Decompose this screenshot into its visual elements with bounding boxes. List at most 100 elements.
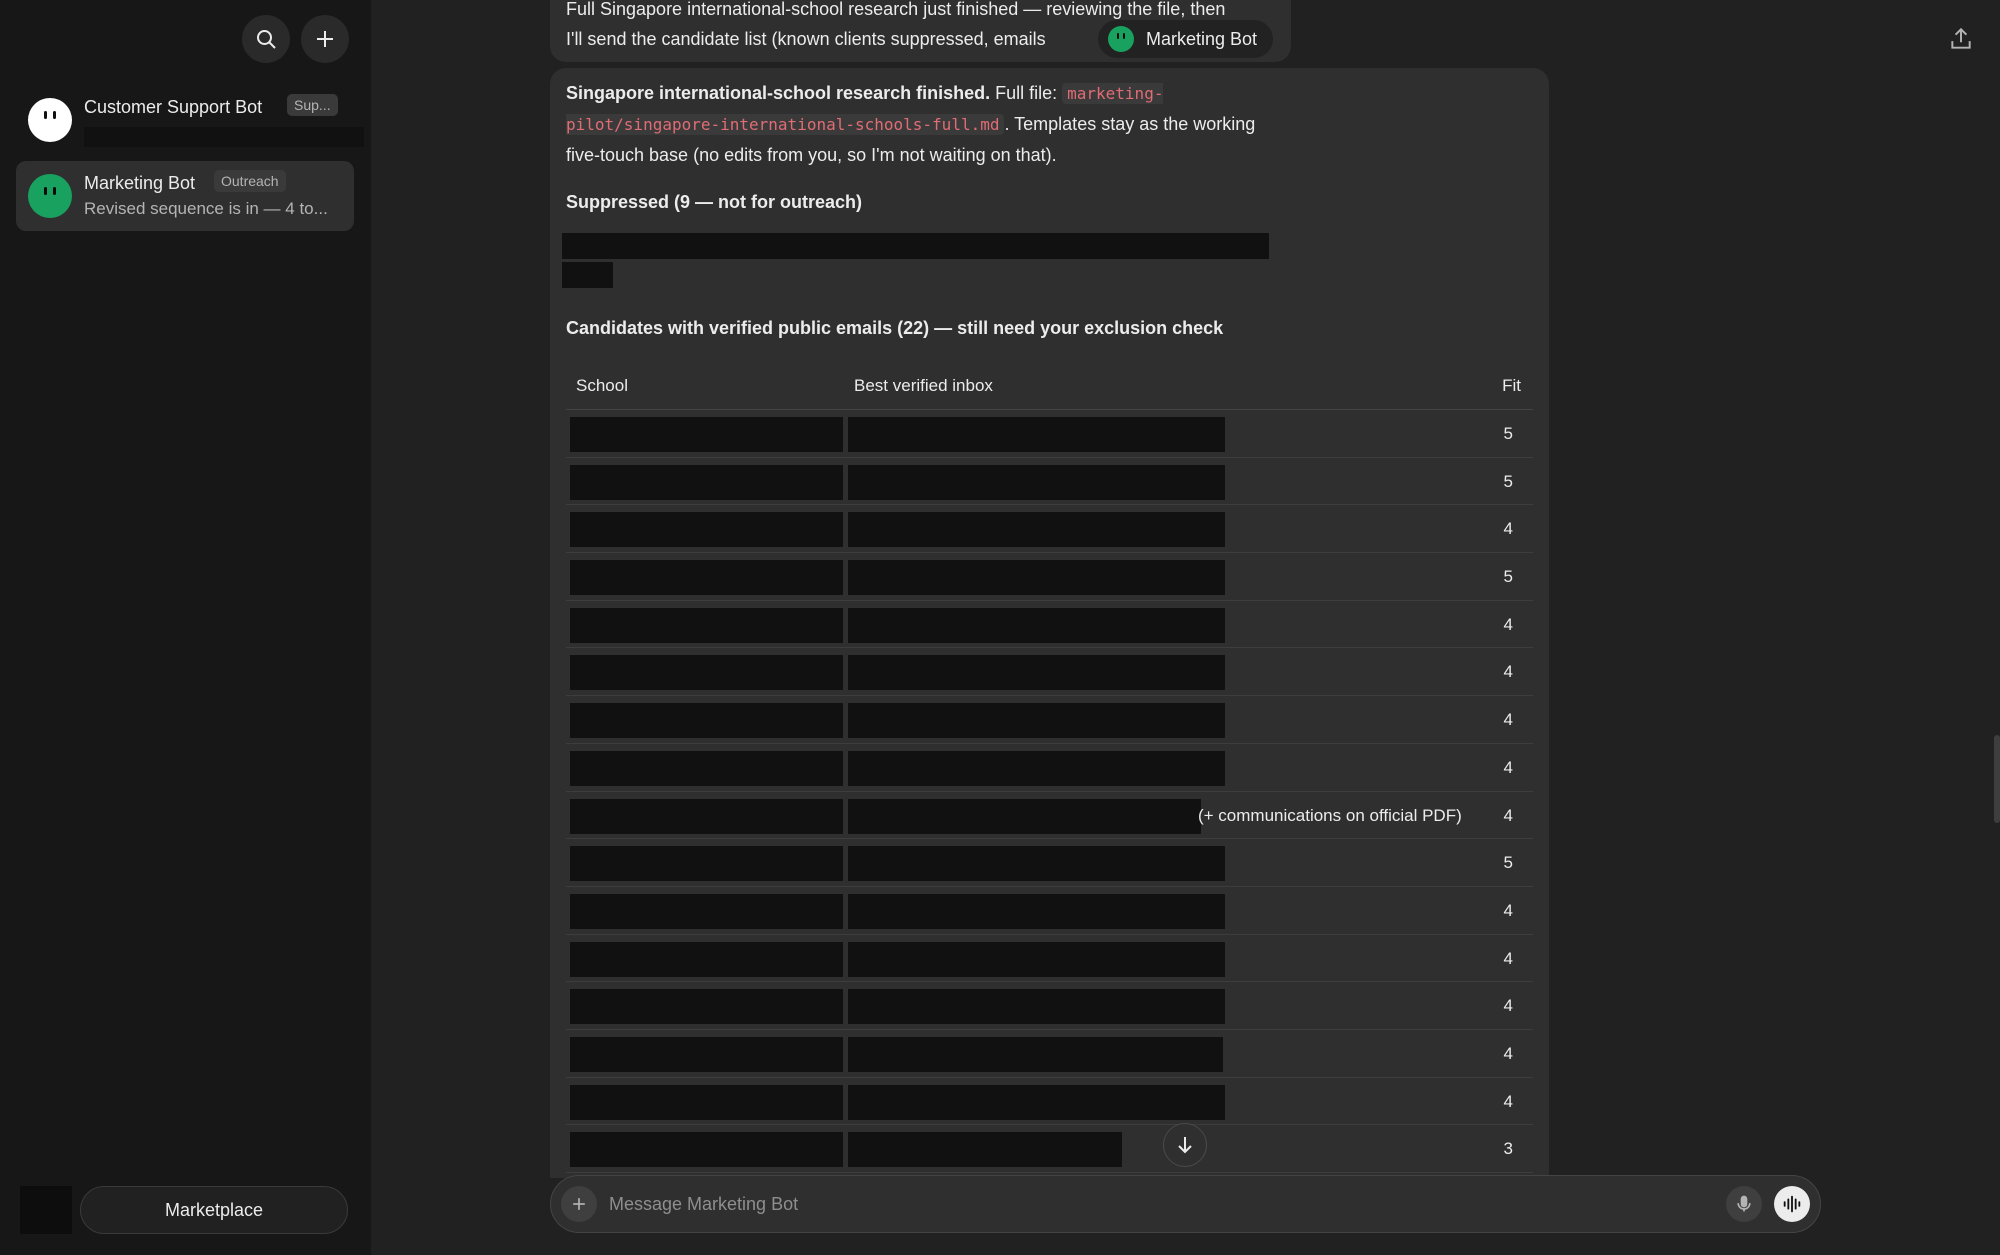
sidebar: Customer Support Bot Sup... Marketing Bo… — [0, 0, 371, 1255]
chat-name: Customer Support Bot — [84, 97, 263, 117]
redacted-inbox — [848, 703, 1225, 739]
suppressed-heading: Suppressed (9 — not for outreach) — [566, 192, 863, 212]
search-button[interactable] — [242, 15, 290, 63]
redacted-inbox — [848, 750, 1225, 786]
fit-score: 4 — [1503, 948, 1513, 968]
redacted-school — [570, 846, 843, 882]
table-row: 4 — [566, 696, 1533, 744]
table-row: 5 — [566, 410, 1533, 458]
table-row: 5 — [566, 553, 1533, 601]
table-header: School Best verified inbox Fit — [566, 362, 1533, 410]
redacted-school — [570, 941, 843, 977]
fit-score: 4 — [1503, 996, 1513, 1016]
fit-score: 4 — [1503, 757, 1513, 777]
table-row: 4 — [566, 601, 1533, 649]
candidates-table: School Best verified inbox Fit 5 5 4 5 4 4 4 4(… — [566, 362, 1533, 1173]
redacted-school — [570, 464, 843, 500]
redacted-avatar — [20, 1186, 72, 1234]
table-row: 4 — [566, 887, 1533, 935]
redacted-school — [570, 607, 843, 643]
bot-mention-chip[interactable]: Marketing Bot — [1098, 20, 1274, 58]
composer — [550, 1175, 1821, 1233]
redacted-school — [570, 417, 843, 452]
redacted-inbox — [848, 989, 1225, 1025]
redacted-inbox — [848, 1132, 1122, 1168]
chat-tag: Sup... — [287, 94, 338, 116]
main-panel: Full Singapore international-school rese… — [371, 0, 2000, 1255]
redacted-inbox — [848, 846, 1225, 882]
redacted-preview — [84, 127, 364, 147]
voice-mode-icon — [1783, 1195, 1801, 1213]
redacted-school — [570, 703, 843, 739]
header-fit: Fit — [1502, 376, 1521, 395]
redacted-inbox — [848, 1084, 1225, 1120]
fit-score: 4 — [1503, 710, 1513, 730]
redacted-inbox — [848, 512, 1225, 548]
share-icon[interactable] — [1948, 26, 1974, 52]
new-chat-button[interactable] — [301, 15, 349, 63]
chat-item-marketing-bot[interactable]: Marketing Bot Outreach Revised sequence … — [16, 161, 354, 231]
redacted-school — [570, 989, 843, 1025]
table-row: 4 — [566, 1078, 1533, 1126]
intro-rest: Full file: — [990, 83, 1063, 103]
fit-score: 5 — [1503, 471, 1513, 491]
fit-score: 4 — [1503, 1091, 1513, 1111]
voice-mode-button[interactable] — [1774, 1186, 1810, 1222]
redacted-inbox — [848, 417, 1225, 452]
header-inbox: Best verified inbox — [854, 376, 993, 395]
avatar-eye — [44, 187, 47, 195]
table-body: 5 5 4 5 4 4 4 4 (+ communications on official PD… — [566, 410, 1533, 1173]
marketplace-button[interactable]: Marketplace — [80, 1186, 348, 1234]
redacted-school — [570, 1036, 843, 1072]
header-school: School — [576, 376, 628, 395]
table-row: 3 — [566, 1125, 1533, 1173]
dictate-button[interactable] — [1726, 1186, 1762, 1222]
fit-score: 4 — [1503, 805, 1513, 825]
avatar-eye — [44, 111, 47, 119]
avatar — [28, 174, 72, 218]
mic-icon — [1737, 1195, 1751, 1212]
redacted-school — [570, 750, 843, 786]
table-row: (+ communications on official PDF) 4 — [566, 792, 1533, 840]
redacted-inbox — [848, 607, 1225, 643]
redacted-school — [570, 798, 843, 834]
avatar — [28, 98, 72, 142]
redacted-school — [570, 512, 843, 548]
redacted-inbox — [848, 798, 1201, 834]
table-row: 5 — [566, 458, 1533, 506]
redacted-inbox — [848, 941, 1225, 977]
intro-bold: Singapore international-school research … — [566, 83, 991, 103]
fit-score: 5 — [1503, 853, 1513, 873]
message-intro: Singapore international-school research … — [566, 78, 1286, 170]
search-icon — [257, 30, 276, 49]
arrow-down-icon — [1178, 1137, 1192, 1154]
redacted-school — [570, 1084, 843, 1120]
fit-score: 3 — [1503, 1139, 1513, 1159]
redacted-inbox — [848, 1036, 1223, 1072]
fit-score: 5 — [1503, 424, 1513, 443]
table-row: 4 — [566, 648, 1533, 697]
fit-score: 5 — [1503, 567, 1513, 587]
scroll-down-button[interactable] — [1163, 1123, 1207, 1167]
candidates-heading: Candidates with verified public emails (… — [566, 318, 1224, 338]
bot-chip-label: Marketing Bot — [1146, 28, 1258, 49]
avatar-eye — [53, 111, 56, 119]
fit-score: 4 — [1503, 614, 1513, 634]
plus-icon — [317, 31, 333, 47]
fit-score: 4 — [1503, 1043, 1513, 1063]
avatar-eye — [53, 187, 56, 195]
chat-item-customer-support-bot[interactable]: Customer Support Bot Sup... — [16, 85, 364, 155]
table-row: 4 — [566, 1030, 1533, 1078]
bot-avatar — [1108, 26, 1134, 52]
chat-preview: Revised sequence is in — 4 to... — [84, 199, 328, 218]
attach-button[interactable] — [561, 1186, 597, 1222]
redacted-school — [570, 1132, 843, 1168]
table-row: 4 — [566, 744, 1533, 792]
chat-name: Marketing Bot — [84, 173, 196, 193]
table-row: 4 — [566, 505, 1533, 554]
chat-tag: Outreach — [214, 170, 286, 192]
redacted-school — [570, 560, 843, 596]
message-input[interactable] — [609, 1188, 1609, 1220]
scrollbar[interactable] — [1994, 735, 2000, 823]
fit-score: 4 — [1503, 900, 1513, 920]
